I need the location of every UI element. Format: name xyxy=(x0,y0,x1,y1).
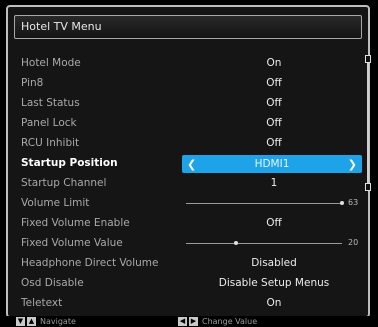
fixed-volume-slider[interactable] xyxy=(186,241,342,245)
menu-row-osd-disable[interactable]: Osd Disable Disable Setup Menus xyxy=(8,274,362,294)
slider-knob[interactable] xyxy=(340,201,344,205)
navigate-hint: Navigate xyxy=(40,317,76,326)
slider-value: 20 xyxy=(348,238,359,247)
menu-title-bar: Hotel TV Menu xyxy=(14,15,362,39)
menu-row-panel-lock[interactable]: Panel Lock Off xyxy=(8,114,362,134)
row-value: Off xyxy=(266,217,282,229)
row-label: Hotel Mode xyxy=(21,57,81,69)
menu-row-teletext[interactable]: Teletext On xyxy=(8,294,362,314)
menu-row-volume-limit[interactable]: Volume Limit 63 xyxy=(8,194,362,214)
startup-position-selector[interactable]: ❮ HDMI1 ❯ xyxy=(182,155,362,173)
row-label: Startup Channel xyxy=(21,177,107,189)
scroll-bottom-handle[interactable] xyxy=(365,183,371,191)
scroll-track[interactable] xyxy=(367,55,369,191)
footer-hints: ▼ ▲ Navigate ◀ ▶ Change Value xyxy=(0,316,378,327)
row-value: HDMI1 xyxy=(254,158,290,170)
menu-row-fixed-volume-value[interactable]: Fixed Volume Value 20 xyxy=(8,234,362,254)
row-value: On xyxy=(266,57,282,69)
menu-row-rcu-inhibit[interactable]: RCU Inhibit Off xyxy=(8,134,362,154)
up-arrow-icon: ▲ xyxy=(27,317,36,326)
row-value: Disable Setup Menus xyxy=(218,277,330,289)
change-value-hint: Change Value xyxy=(202,317,258,326)
menu-list: Hotel Mode On Pin8 Off Last Status Off P… xyxy=(8,54,362,314)
volume-limit-slider[interactable] xyxy=(186,201,344,205)
right-arrow-icon[interactable]: ❯ xyxy=(348,158,357,171)
scroll-top-handle[interactable] xyxy=(365,55,371,63)
down-arrow-icon: ▼ xyxy=(16,317,25,326)
row-label: Fixed Volume Enable xyxy=(21,217,130,229)
row-label: Last Status xyxy=(21,97,80,109)
row-value: Off xyxy=(266,97,282,109)
row-label: Panel Lock xyxy=(21,117,77,129)
menu-row-headphone-direct-volume[interactable]: Headphone Direct Volume Disabled xyxy=(8,254,362,274)
row-label: RCU Inhibit xyxy=(21,137,80,149)
menu-row-startup-position[interactable]: Startup Position ❮ HDMI1 ❯ xyxy=(8,154,362,174)
row-value: 1 xyxy=(270,177,278,189)
row-label: Fixed Volume Value xyxy=(21,237,123,249)
row-label: Pin8 xyxy=(21,77,44,89)
row-label: Teletext xyxy=(21,297,63,309)
menu-row-hotel-mode[interactable]: Hotel Mode On xyxy=(8,54,362,74)
slider-knob[interactable] xyxy=(233,241,238,245)
menu-row-fixed-volume-enable[interactable]: Fixed Volume Enable Off xyxy=(8,214,362,234)
row-label: Startup Position xyxy=(21,157,118,169)
row-value: Off xyxy=(266,137,282,149)
left-arrow-key-icon: ◀ xyxy=(178,317,187,326)
menu-row-startup-channel[interactable]: Startup Channel 1 xyxy=(8,174,362,194)
menu-row-pin8[interactable]: Pin8 Off xyxy=(8,74,362,94)
right-arrow-key-icon: ▶ xyxy=(189,317,198,326)
menu-scrollbar[interactable] xyxy=(365,55,371,191)
row-value: Disabled xyxy=(251,257,297,269)
row-label: Headphone Direct Volume xyxy=(21,257,159,269)
row-value: On xyxy=(266,297,282,309)
hotel-tv-menu-panel: Hotel TV Menu Hotel Mode On Pin8 Off Las… xyxy=(6,5,371,318)
slider-value: 63 xyxy=(348,198,359,207)
row-label: Osd Disable xyxy=(21,277,84,289)
row-value: Off xyxy=(266,117,282,129)
row-value: Off xyxy=(266,77,282,89)
row-label: Volume Limit xyxy=(21,197,90,209)
menu-row-last-status[interactable]: Last Status Off xyxy=(8,94,362,114)
menu-title: Hotel TV Menu xyxy=(21,20,102,33)
